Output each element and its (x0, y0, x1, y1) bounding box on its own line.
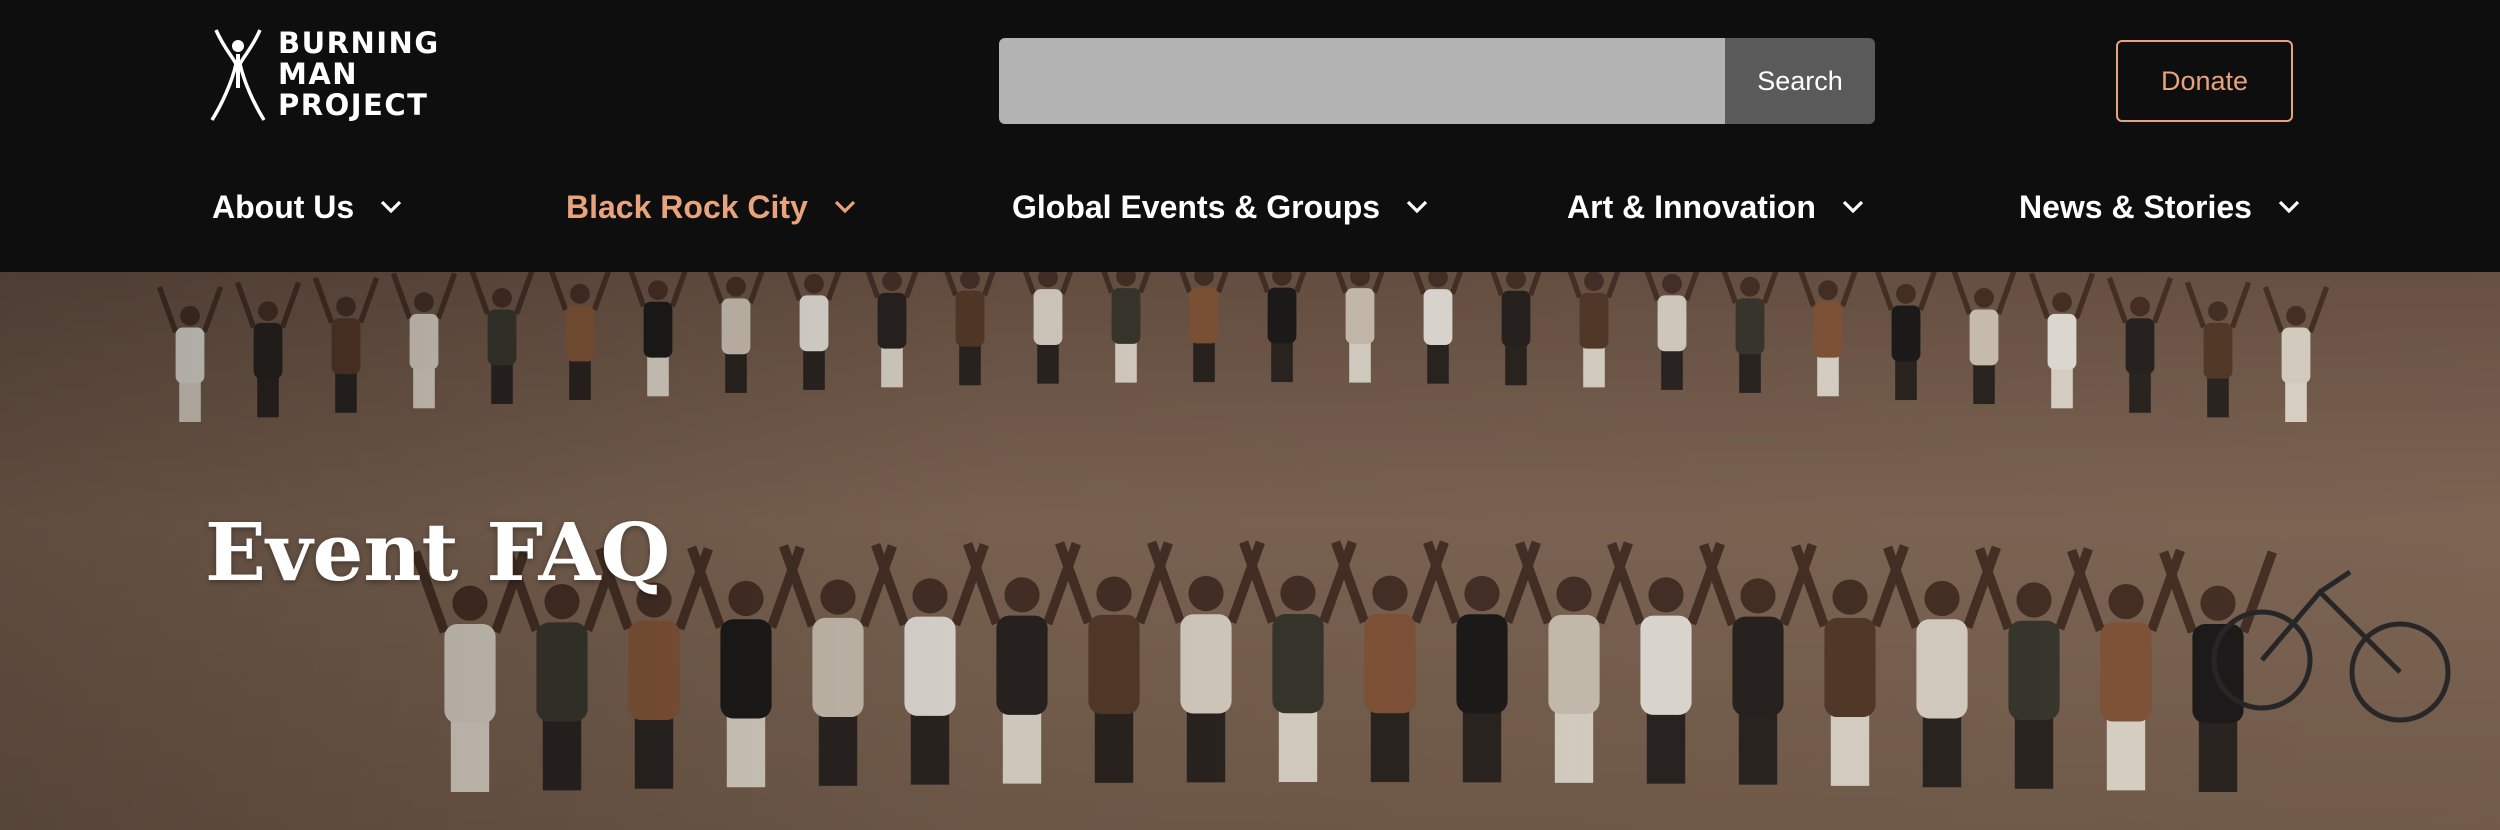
burning-man-figure-icon (210, 29, 266, 121)
search-input[interactable] (999, 38, 1725, 124)
page-title: Event FAQ (205, 505, 671, 599)
hero-banner: Event FAQ (0, 272, 2500, 830)
nav-item-label: Black Rock City (566, 188, 808, 225)
burning-man-logo[interactable]: BURNING MAN PROJECT (210, 26, 440, 122)
donate-button[interactable]: Donate (2116, 40, 2293, 122)
nav-item-label: News & Stories (2019, 188, 2252, 225)
logo-line-1: BURNING (278, 25, 440, 60)
chevron-down-icon (381, 200, 402, 214)
nav-item-label: Art & Innovation (1567, 188, 1816, 225)
main-nav: About Us Black Rock City Global Events &… (0, 180, 2500, 234)
chevron-down-icon (2278, 200, 2300, 214)
logo-line-3: PROJECT (278, 87, 429, 122)
nav-item-label: About Us (212, 188, 355, 225)
chevron-down-icon (1842, 200, 1864, 214)
nav-item-black-rock-city[interactable]: Black Rock City (566, 180, 856, 234)
site-header: BURNING MAN PROJECT Search Donate About … (0, 0, 2500, 272)
nav-item-about-us[interactable]: About Us (212, 180, 402, 234)
search-form: Search (999, 38, 1875, 124)
nav-item-global-events-groups[interactable]: Global Events & Groups (1012, 180, 1428, 234)
logo-line-2: MAN (278, 56, 359, 91)
nav-item-news-stories[interactable]: News & Stories (2019, 180, 2300, 234)
chevron-down-icon (834, 200, 856, 214)
search-button[interactable]: Search (1725, 38, 1875, 124)
nav-item-art-innovation[interactable]: Art & Innovation (1567, 180, 1864, 234)
chevron-down-icon (1406, 200, 1428, 214)
logo-wordmark: BURNING MAN PROJECT (278, 25, 440, 122)
nav-item-label: Global Events & Groups (1012, 188, 1381, 225)
